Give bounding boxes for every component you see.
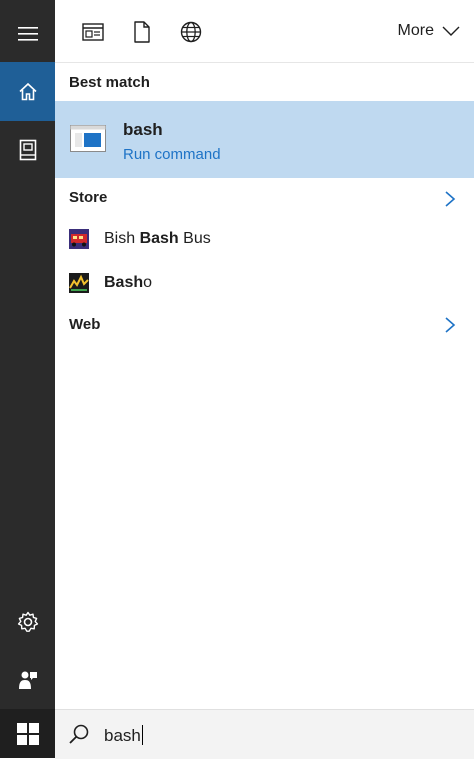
home-button[interactable] xyxy=(0,62,55,121)
hamburger-menu-icon xyxy=(17,27,38,41)
feedback-button[interactable] xyxy=(0,658,55,702)
run-command-icon xyxy=(70,125,106,152)
store-item-match: Bash xyxy=(139,230,179,247)
documents-filter-button[interactable] xyxy=(130,20,154,44)
search-results: Best match bash Run command Store Bish B… xyxy=(55,63,474,708)
home-icon xyxy=(18,82,37,100)
bish-bash-bus-app-icon xyxy=(69,229,89,249)
store-item-suffix: o xyxy=(143,274,153,291)
store-result-item[interactable]: Bash o xyxy=(69,273,152,293)
basho-app-icon xyxy=(69,273,89,293)
start-button[interactable] xyxy=(0,709,55,758)
best-match-title: bash xyxy=(123,120,163,139)
apps-filter-icon xyxy=(82,23,104,41)
web-globe-icon xyxy=(180,21,202,43)
web-chevron-right-icon[interactable] xyxy=(444,317,456,333)
settings-button[interactable] xyxy=(0,600,55,644)
documents-filter-icon xyxy=(134,21,150,43)
notebook-icon xyxy=(19,139,36,161)
chevron-down-icon xyxy=(442,26,460,36)
best-match-subtitle: Run command xyxy=(123,146,221,163)
search-input-value: bash xyxy=(104,726,141,745)
web-header[interactable]: Web xyxy=(69,316,100,333)
more-filters-button[interactable]: More xyxy=(398,22,460,40)
feedback-icon xyxy=(18,671,37,689)
gear-icon xyxy=(17,611,38,632)
text-caret xyxy=(141,725,143,745)
sidebar xyxy=(0,0,55,758)
store-chevron-right-icon[interactable] xyxy=(444,191,456,207)
best-match-result[interactable] xyxy=(55,101,474,178)
store-result-item[interactable]: Bish Bash Bus xyxy=(69,229,211,249)
more-label: More xyxy=(397,22,434,39)
search-input[interactable]: bash xyxy=(104,725,143,746)
store-item-suffix: Bus xyxy=(178,230,211,247)
notebook-button[interactable] xyxy=(0,122,55,178)
best-match-header: Best match xyxy=(69,74,150,91)
menu-button[interactable] xyxy=(0,12,55,56)
store-item-prefix: Bish xyxy=(104,230,140,247)
search-icon xyxy=(69,724,89,744)
search-box[interactable]: bash xyxy=(55,709,474,759)
filter-toolbar: More xyxy=(55,0,474,63)
web-filter-button[interactable] xyxy=(179,20,203,44)
store-item-match: Bash xyxy=(104,274,144,291)
apps-filter-button[interactable] xyxy=(81,20,105,44)
windows-logo-icon xyxy=(16,722,39,745)
store-header[interactable]: Store xyxy=(69,189,107,206)
